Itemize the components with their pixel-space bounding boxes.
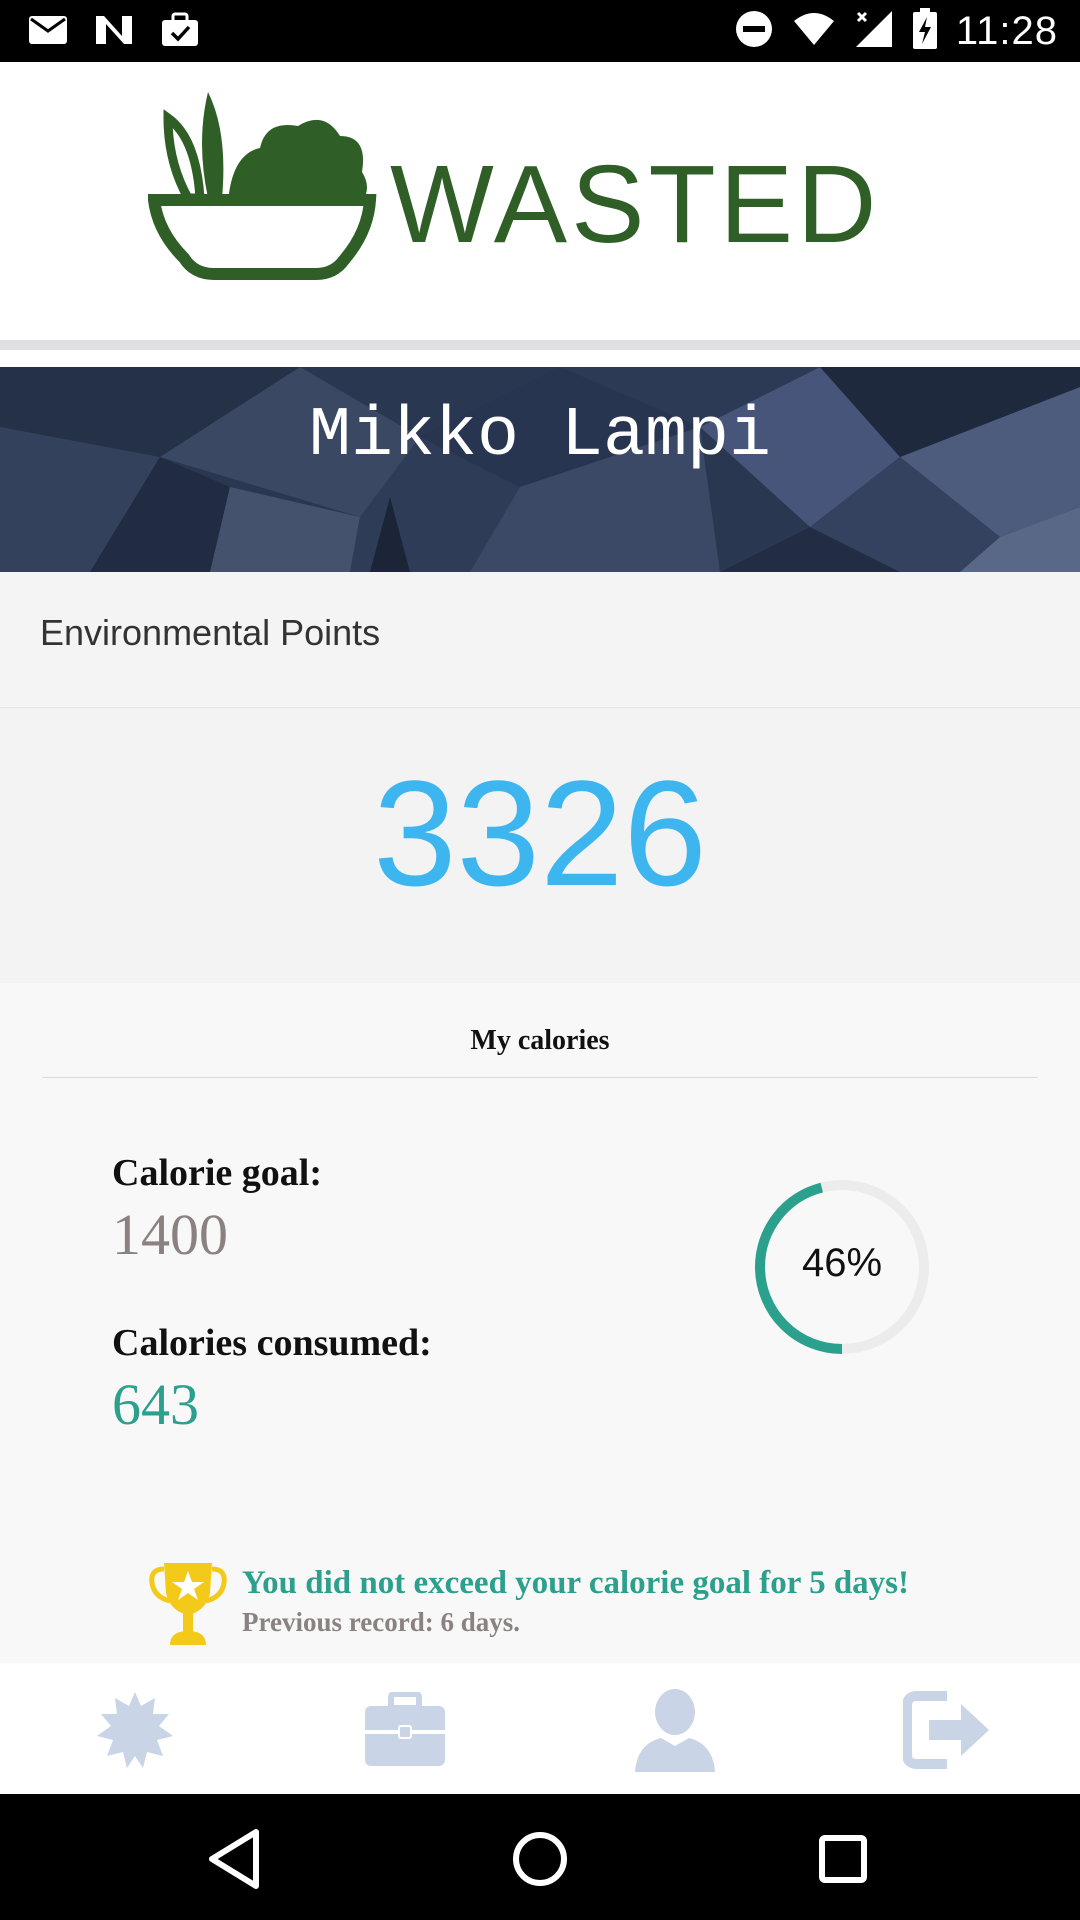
home-icon[interactable] [505,1824,575,1894]
environmental-points-header: Environmental Points [0,572,1080,708]
system-navigation-bar [0,1794,1080,1920]
streak-message: You did not exceed your calorie goal for… [242,1565,910,1601]
calories-consumed-value: 643 [112,1372,199,1437]
trophy-icon [149,1563,227,1645]
recents-icon[interactable] [808,1824,878,1894]
calorie-goal-label: Calorie goal: [112,1152,323,1194]
status-bar: 11:28 [0,0,1080,62]
profile-banner: Mikko Lampi [0,367,1080,572]
signal-icon [854,9,894,54]
previous-record: Previous record: 6 days. [242,1607,520,1637]
environmental-points-label: Environmental Points [40,612,381,653]
logout-icon [903,1691,989,1769]
briefcase-icon [365,1692,445,1766]
calories-card: My calories Calorie goal: 1400 Calories … [0,983,1080,1663]
nav-profile[interactable] [630,1687,720,1773]
wifi-icon [792,9,836,54]
clock: 11:28 [955,9,1058,53]
calories-title: My calories [470,1025,610,1056]
mail-icon [28,12,68,53]
calorie-goal-value: 1400 [112,1202,228,1267]
salad-bowl-logo-icon [148,92,377,280]
environmental-points-panel: 3326 [0,708,1080,983]
bottom-navigation [0,1663,1080,1794]
header-divider [0,340,1080,350]
calorie-progress-percent: 46% [801,1241,883,1285]
profile-icon [635,1689,715,1772]
nav-badges[interactable] [90,1687,180,1773]
briefcase-check-icon [160,12,200,53]
app-logo-text: WASTED [390,143,881,266]
back-icon[interactable] [200,1824,270,1894]
n-logo-icon [94,12,134,53]
user-name: Mikko Lampi [308,397,772,476]
battery-charging-icon [912,8,938,55]
nav-tasks[interactable] [360,1687,450,1773]
badge-icon [97,1692,173,1768]
environmental-points-value: 3326 [373,749,707,917]
calories-divider [42,1077,1038,1078]
do-not-disturb-icon [734,9,774,54]
nav-logout[interactable] [902,1687,992,1773]
calories-consumed-label: Calories consumed: [112,1322,432,1364]
